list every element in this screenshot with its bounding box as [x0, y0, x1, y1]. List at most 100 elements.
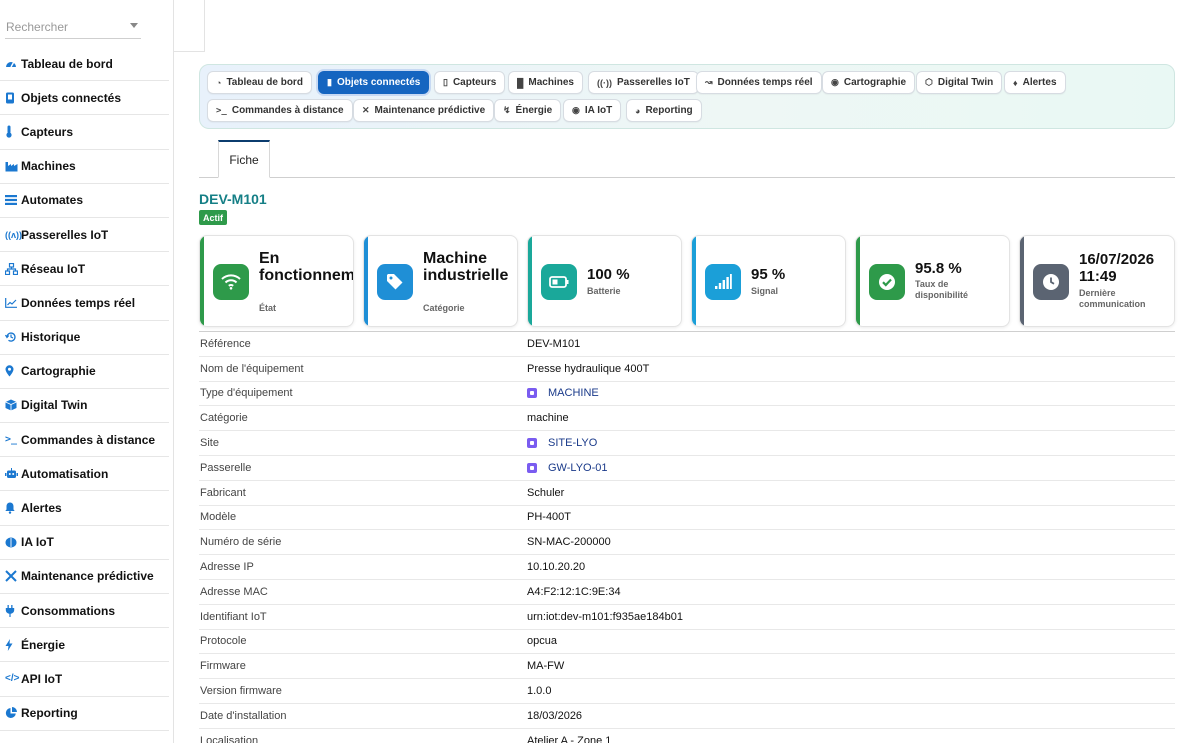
chip-tableau-de-bord[interactable]: ◔ Tableau de bord [207, 71, 312, 94]
signal-icon [705, 264, 741, 300]
tab-fiche[interactable]: Fiche [218, 140, 270, 178]
gateway-link[interactable]: GW-LYO-01 [527, 462, 608, 474]
chip-machines[interactable]: █ Machines [508, 71, 583, 94]
chip-objets-connectes[interactable]: ▮ Objets connectés [318, 71, 430, 94]
history-icon [5, 330, 21, 344]
gauge-icon [5, 57, 21, 71]
chip-capteurs[interactable]: ▯ Capteurs [434, 71, 506, 94]
status-badge: Actif [199, 210, 227, 225]
chip-alertes[interactable]: ♦ Alertes [1004, 71, 1066, 94]
chip-cartographie[interactable]: ◉ Cartographie [822, 71, 916, 94]
chip-passerelles-iot[interactable]: ((·)) Passerelles IoT [588, 71, 699, 94]
card-accent-bar [200, 236, 204, 326]
chip-energie[interactable]: ↯ Énergie [494, 99, 562, 122]
chip-ia-iot[interactable]: ◉ IA IoT [563, 99, 622, 122]
sidebar-item-alertes[interactable]: Alertes [0, 491, 169, 526]
sidebar-toggle-area [174, 0, 205, 52]
sidebar-item-ia-iot[interactable]: IA IoT [0, 526, 169, 560]
tag-icon [527, 438, 537, 449]
sidebar-item-capteurs[interactable]: Capteurs [0, 115, 169, 150]
chip-label: Capteurs [452, 77, 497, 88]
table-row: Passerelle GW-LYO-01 [199, 456, 1175, 481]
field-label: Firmware [200, 660, 246, 673]
chip-label: Reporting [645, 105, 693, 116]
tools-icon: ✕ [362, 105, 370, 115]
chip-label: Énergie [515, 105, 553, 116]
chip-donnees-temps-reel[interactable]: ↝ Données temps réel [696, 71, 822, 94]
equipment-type-link[interactable]: MACHINE [527, 387, 599, 399]
sidebar-item-objets-connectes[interactable]: Objets connectés [0, 81, 169, 116]
sidebar-item-reseau-iot[interactable]: Réseau IoT [0, 252, 169, 287]
chip-label: Tableau de bord [226, 77, 303, 88]
sidebar-item-machines[interactable]: Machines [0, 150, 169, 184]
chip-commandes-a-distance[interactable]: >_ Commandes à distance [207, 99, 353, 122]
sidebar-item-energie[interactable]: Énergie [0, 628, 169, 663]
table-row: Site SITE-LYO [199, 431, 1175, 456]
sidebar-item-label: Automates [21, 193, 84, 208]
field-label: Modèle [200, 511, 237, 524]
chevron-down-icon[interactable] [130, 23, 138, 28]
clock-icon [1033, 264, 1069, 300]
chip-label: Cartographie [843, 77, 907, 88]
field-value: MA-FW [527, 660, 565, 673]
device-title: DEV-M101 [199, 191, 267, 207]
pie-chart-icon: ◕ [635, 105, 641, 116]
field-label: Adresse IP [200, 561, 254, 574]
device-icon [5, 91, 21, 105]
thermometer-icon: ▯ [443, 77, 448, 87]
sidebar-item-digital-twin[interactable]: Digital Twin [0, 389, 169, 424]
kpi-card-derniere-communication: 16/07/2026 11:49 Dernière communication [1019, 235, 1175, 327]
plug-icon [5, 604, 21, 618]
sidebar-item-automatisation[interactable]: Automatisation [0, 457, 169, 492]
field-label: Date d'installation [200, 709, 287, 722]
table-row: Type d'équipement MACHINE [199, 382, 1175, 407]
sidebar-item-tableau-de-bord[interactable]: Tableau de bord [0, 47, 169, 82]
sidebar-item-label: Reporting [21, 706, 78, 721]
chip-reporting[interactable]: ◕ Reporting [626, 99, 702, 122]
sidebar-item-automates[interactable]: Automates [0, 184, 169, 218]
sidebar-item-commandes-a-distance[interactable]: >_ Commandes à distance [0, 423, 169, 458]
chip-label: Digital Twin [937, 77, 994, 88]
field-label: Fabricant [200, 486, 246, 499]
battery-icon [541, 264, 577, 300]
cube-icon [5, 398, 21, 412]
sidebar-item-maintenance-predictive[interactable]: Maintenance prédictive [0, 560, 169, 594]
module-toolbar: ◔ Tableau de bord ▮ Objets connectés ▯ Capt… [199, 64, 1175, 129]
chip-digital-twin[interactable]: ⬡ Digital Twin [916, 71, 1003, 94]
sidebar-item-passerelles-iot[interactable]: ((ᴧ)) Passerelles IoT [0, 218, 169, 253]
field-label: Référence [200, 337, 251, 350]
table-row: Nom de l'équipement Presse hydraulique 40… [199, 357, 1175, 382]
sidebar-item-cartographie[interactable]: Cartographie [0, 355, 169, 389]
tab-label: Fiche [229, 152, 259, 167]
sidebar-item-label: Énergie [21, 637, 66, 652]
card-label: Dernière communication [1079, 288, 1146, 309]
card-accent-bar [1020, 236, 1024, 326]
field-label: Identifiant IoT [200, 610, 267, 623]
site-link[interactable]: SITE-LYO [527, 437, 597, 449]
sidebar: Rechercher Tableau de bord Objets connec… [0, 0, 174, 743]
field-value: Atelier A - Zone 1 [527, 734, 612, 743]
factory-icon: █ [517, 77, 524, 88]
field-value: MACHINE [548, 387, 599, 400]
field-label: Type d'équipement [200, 387, 293, 400]
search-placeholder: Rechercher [6, 20, 69, 34]
chart-line-icon [5, 296, 21, 310]
field-value: urn:iot:dev-m101:f935ae184b01 [527, 610, 683, 623]
sidebar-item-reporting[interactable]: Reporting [0, 697, 169, 731]
sidebar-item-historique[interactable]: Historique [0, 321, 169, 355]
search-select[interactable]: Rechercher [5, 17, 141, 39]
field-value: SN-MAC-200000 [527, 536, 611, 549]
field-label: Localisation [200, 734, 259, 743]
tag-icon [377, 264, 413, 300]
tag-icon [527, 388, 537, 399]
map-pin-icon: ◉ [831, 77, 839, 87]
sidebar-item-label: Automatisation [21, 466, 109, 481]
bolt-icon [5, 638, 21, 652]
chip-maintenance-predictive[interactable]: ✕ Maintenance prédictive [353, 99, 495, 122]
card-value: 16/07/2026 11:49 [1079, 251, 1155, 285]
field-value: A4:F2:12:1C:9E:34 [527, 585, 621, 598]
sidebar-item-donnees-temps-reel[interactable]: Données temps réel [0, 286, 169, 321]
card-label: Batterie [587, 286, 621, 296]
sidebar-item-api-iot[interactable]: </> API IoT [0, 662, 169, 697]
sidebar-item-consommations[interactable]: Consommations [0, 594, 169, 629]
